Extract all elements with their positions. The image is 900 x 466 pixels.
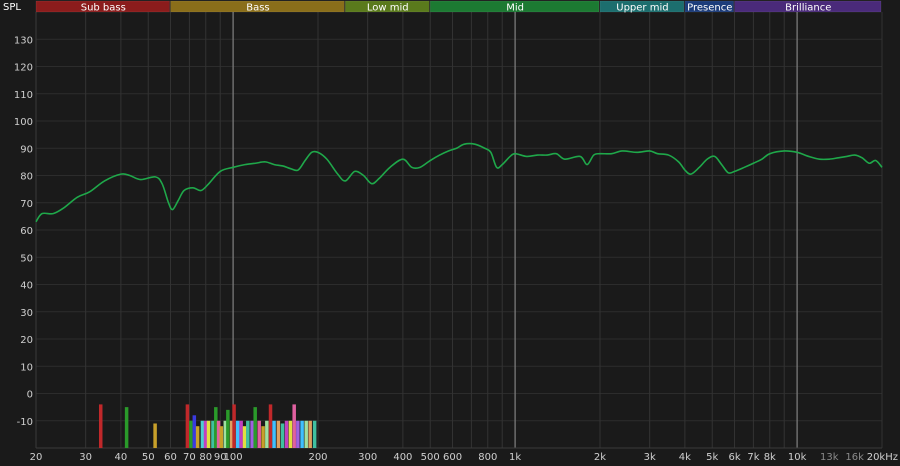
bar	[265, 420, 269, 448]
x-tick-label: 100	[224, 452, 243, 463]
bar	[219, 426, 224, 448]
bar	[250, 420, 254, 448]
band-label: Mid	[506, 3, 524, 14]
x-tick-label: 1k	[509, 452, 521, 463]
band-label: Presence	[687, 3, 732, 14]
x-tick-label: 20kHz	[867, 452, 898, 463]
bar	[304, 420, 308, 448]
bar	[272, 420, 276, 448]
x-tick-label: 300	[358, 452, 377, 463]
x-tick-label: 600	[443, 452, 462, 463]
bar	[98, 404, 103, 448]
band-label: Upper mid	[616, 3, 668, 14]
y-tick-label: -10	[17, 417, 33, 428]
bar	[153, 423, 157, 448]
x-tick-label: 20	[30, 452, 43, 463]
bar	[296, 420, 300, 448]
frequency-band-bar: Sub bass Bass Low mid Mid Upper mid Presence B…	[35, 0, 882, 14]
bar	[195, 426, 200, 448]
y-tick-label: 60	[20, 226, 33, 237]
x-tick-label: 8k	[764, 452, 776, 463]
bar	[206, 420, 211, 448]
x-tick-label: 5k	[706, 452, 718, 463]
bar	[253, 407, 257, 448]
bar	[203, 420, 208, 448]
band-label: Sub bass	[81, 3, 126, 14]
x-tick-label: 3k	[644, 452, 656, 463]
bar	[308, 420, 312, 448]
frequency-response-chart: Sub bass Bass Low mid Mid Upper mid Presence B…	[3, 0, 898, 463]
band-label: Low mid	[367, 3, 409, 14]
y-tick-label: 40	[20, 281, 33, 292]
x-tick-label: 40	[115, 452, 128, 463]
bar	[312, 420, 317, 448]
bar	[288, 420, 293, 448]
y-tick-label: 130	[14, 35, 33, 46]
x-tick-label: 80	[199, 452, 212, 463]
bar	[235, 420, 240, 448]
x-tick-label: 500	[421, 452, 440, 463]
y-tick-label: 50	[20, 253, 33, 264]
bar	[261, 426, 265, 448]
bar	[189, 420, 193, 448]
x-tick-labels: 20 30 40 50 60 70 80 90100 200 300 400 500 600 800 1k 2…	[30, 452, 898, 463]
y-tick-label: 0	[27, 390, 33, 401]
bar	[185, 404, 190, 448]
bar	[192, 415, 197, 448]
band-label: Brilliance	[785, 3, 831, 14]
y-tick-label: 70	[20, 199, 33, 210]
y-tick-label: 80	[20, 172, 33, 183]
x-tick-label: 7k	[747, 452, 759, 463]
bar	[124, 407, 129, 448]
x-tick-label: 2k	[594, 452, 606, 463]
x-tick-label: 10k	[788, 452, 807, 463]
x-tick-label: 800	[478, 452, 497, 463]
bar	[300, 420, 304, 448]
x-tick-label: 6k	[728, 452, 740, 463]
x-tick-label: 30	[79, 452, 92, 463]
y-tick-label: 100	[14, 117, 33, 128]
bar	[280, 423, 285, 448]
y-axis-title: SPL	[3, 2, 21, 13]
y-tick-label: 20	[20, 335, 33, 346]
y-tick-label: 30	[20, 308, 33, 319]
y-tick-labels: -10 0 10 20 30 40 50 60 70 80 90 100 110 120 130	[14, 35, 33, 428]
x-tick-label: 13k	[820, 452, 839, 463]
x-tick-label: 400	[393, 452, 412, 463]
x-tick-label: 16k	[845, 452, 864, 463]
band-label: Bass	[246, 3, 269, 14]
bar	[292, 404, 296, 448]
bar	[226, 409, 230, 448]
x-tick-label: 70	[183, 452, 196, 463]
x-tick-label: 200	[308, 452, 327, 463]
bar	[232, 404, 236, 448]
y-tick-label: 10	[20, 362, 33, 373]
y-tick-label: 110	[14, 90, 33, 101]
bar	[257, 420, 261, 448]
bar	[242, 426, 247, 448]
bar	[200, 420, 205, 448]
bar	[284, 420, 289, 448]
bar	[276, 420, 281, 448]
bar	[239, 420, 243, 448]
y-tick-label: 90	[20, 144, 33, 155]
bar	[246, 420, 250, 448]
bar	[268, 404, 273, 448]
x-tick-label: 50	[142, 452, 155, 463]
y-tick-label: 120	[14, 63, 33, 74]
x-tick-label: 4k	[679, 452, 691, 463]
x-tick-label: 60	[164, 452, 177, 463]
